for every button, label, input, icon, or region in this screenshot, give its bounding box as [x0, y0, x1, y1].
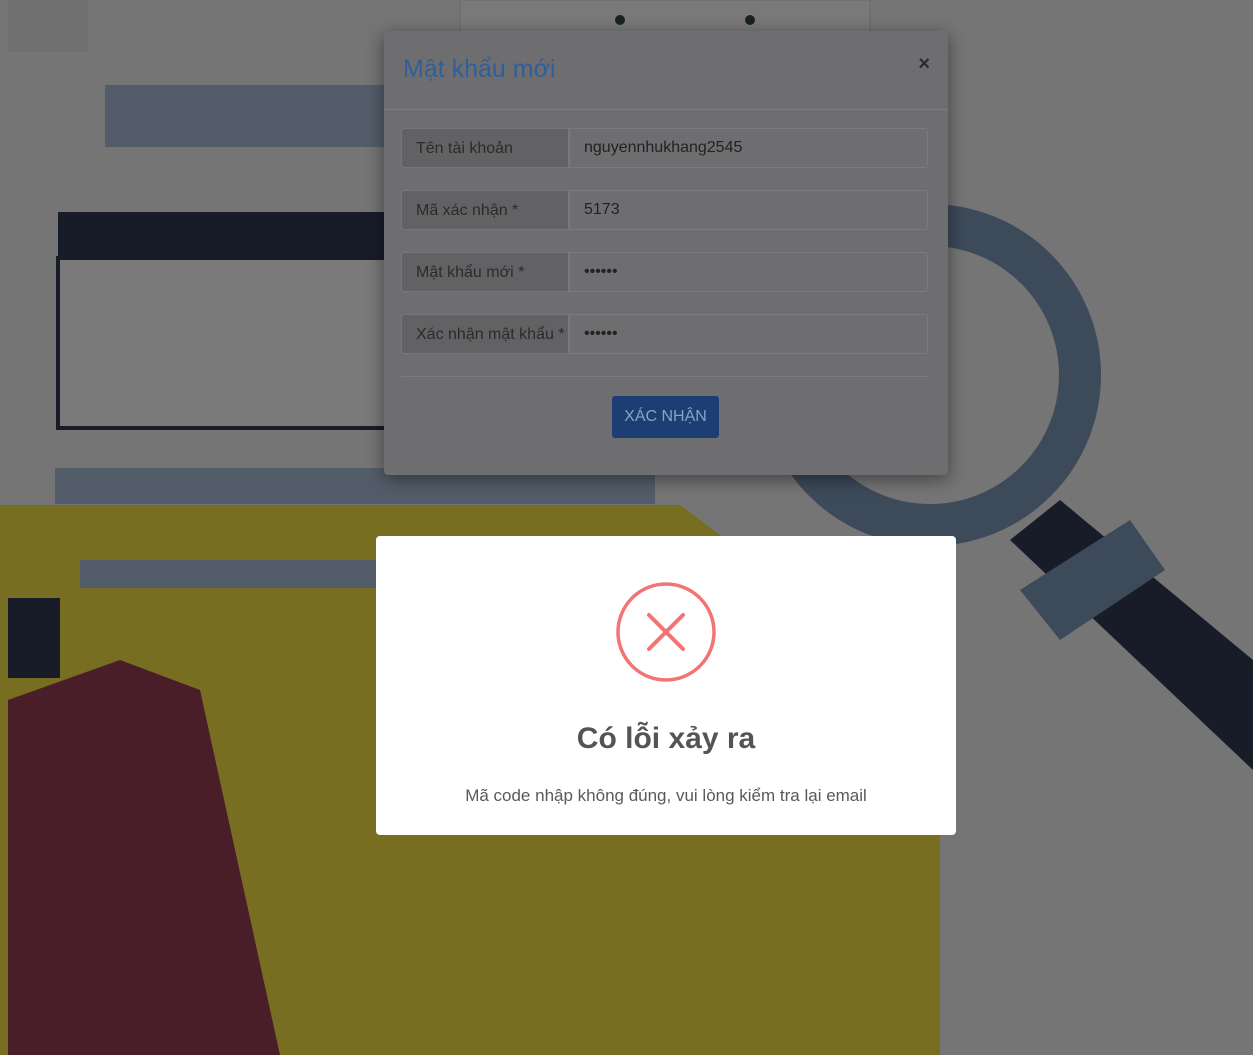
verification-code-field[interactable]	[569, 190, 928, 230]
modal-title: Mật khẩu mới	[403, 55, 556, 83]
username-label: Tên tài khoản	[401, 128, 569, 168]
new-password-field[interactable]	[569, 252, 928, 292]
modal-header: Mật khẩu mới ×	[384, 31, 948, 110]
error-alert: Có lỗi xảy ra Mã code nhập không đúng, v…	[376, 536, 956, 835]
username-row: Tên tài khoản	[401, 128, 928, 170]
new-password-label: Mật khẩu mới *	[401, 252, 569, 292]
alert-message: Mã code nhập không đúng, vui lòng kiểm t…	[465, 786, 867, 805]
divider	[401, 376, 928, 377]
new-password-row: Mật khẩu mới *	[401, 252, 928, 294]
new-password-modal: Mật khẩu mới × Tên tài khoản Mã xác nhận…	[384, 31, 948, 475]
confirm-password-field[interactable]	[569, 314, 928, 354]
verification-code-label: Mã xác nhận *	[401, 190, 569, 230]
verification-code-row: Mã xác nhận *	[401, 190, 928, 232]
username-field[interactable]	[569, 128, 928, 168]
confirm-button[interactable]: XÁC NHẬN	[612, 396, 719, 438]
close-icon[interactable]: ×	[918, 53, 930, 76]
alert-title: Có lỗi xảy ra	[576, 722, 756, 755]
confirm-password-row: Xác nhận mật khẩu *	[401, 314, 928, 356]
error-x-icon	[616, 582, 716, 682]
confirm-password-label: Xác nhận mật khẩu *	[401, 314, 569, 354]
